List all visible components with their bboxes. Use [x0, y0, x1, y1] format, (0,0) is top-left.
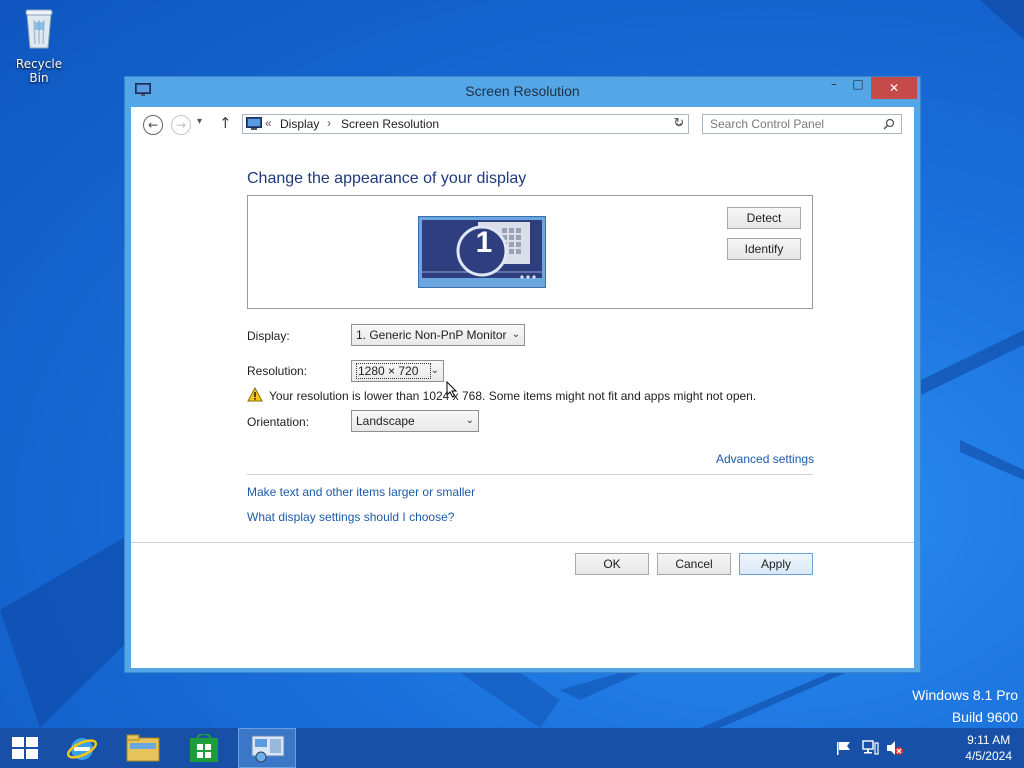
clock-time: 9:11 AM — [967, 733, 1011, 747]
cancel-button[interactable]: Cancel — [657, 553, 731, 575]
ok-button[interactable]: OK — [575, 553, 649, 575]
divider — [247, 474, 813, 475]
orientation-select-value: Landscape — [356, 414, 415, 428]
breadcrumb-display[interactable]: Display — [280, 117, 319, 131]
taskbar-store[interactable] — [177, 728, 233, 768]
clock-date: 4/5/2024 — [965, 749, 1012, 763]
breadcrumb-separator-icon: › — [327, 116, 331, 130]
recent-locations-button[interactable]: ▾ — [197, 116, 202, 127]
close-button[interactable]: ✕ — [871, 77, 917, 99]
monitor-number: 1 — [475, 226, 493, 259]
page-heading: Change the appearance of your display — [247, 170, 527, 187]
window-client-area: ← → ▾ ↑ « Display › Screen Resolution ⌄ … — [131, 107, 914, 668]
apply-button[interactable]: Apply — [739, 553, 813, 575]
warning-icon — [247, 387, 263, 402]
window-title: Screen Resolution — [465, 83, 580, 99]
text-size-link[interactable]: Make text and other items larger or smal… — [247, 485, 475, 499]
watermark-edition: Windows 8.1 Pro — [912, 687, 1018, 703]
minimize-icon: – — [831, 77, 837, 91]
forward-button[interactable]: → — [171, 115, 191, 135]
orientation-label: Orientation: — [247, 415, 310, 429]
display-select[interactable]: 1. Generic Non-PnP Monitor ⌄ — [351, 324, 525, 346]
minimize-button[interactable]: – — [822, 77, 846, 99]
recycle-bin[interactable]: Recycle Bin — [6, 6, 72, 85]
display-label: Display: — [247, 329, 290, 343]
resolution-select-value: 1280 × 720 — [356, 363, 432, 379]
advanced-settings-link[interactable]: Advanced settings — [716, 452, 814, 466]
back-arrow-icon: ← — [147, 118, 159, 132]
chevron-down-icon: ▾ — [197, 116, 203, 127]
recycle-bin-label: Recycle Bin — [15, 57, 63, 85]
internet-explorer-icon — [66, 738, 98, 760]
taskbar-control-panel[interactable] — [238, 728, 296, 768]
identify-button[interactable]: Identify — [727, 238, 801, 260]
action-center-flag-icon[interactable] — [836, 741, 852, 755]
resolution-select[interactable]: 1280 × 720 ⌄ — [351, 360, 444, 382]
watermark-build: Build 9600 — [951, 709, 1018, 725]
taskbar-file-explorer[interactable] — [115, 728, 171, 768]
up-arrow-icon: ↑ — [219, 114, 232, 132]
clock[interactable]: 9:11 AM 4/5/2024 — [965, 732, 1012, 764]
control-panel-icon — [251, 735, 285, 763]
monitor-icon — [246, 117, 262, 130]
network-icon[interactable] — [862, 740, 880, 756]
display-help-link[interactable]: What display settings should I choose? — [247, 510, 454, 524]
refresh-icon: ↻ — [673, 116, 685, 131]
display-select-value: 1. Generic Non-PnP Monitor — [356, 328, 507, 342]
close-icon: ✕ — [888, 81, 900, 95]
search-placeholder: Search Control Panel — [710, 117, 825, 131]
breadcrumb-screen-resolution[interactable]: Screen Resolution — [341, 117, 439, 131]
detect-button[interactable]: Detect — [727, 207, 801, 229]
resolution-label: Resolution: — [247, 364, 308, 378]
up-button[interactable]: ↑ — [219, 114, 232, 132]
monitor-arrangement-area: 1 Detect Identify — [247, 195, 813, 309]
footer-divider — [131, 542, 914, 543]
os-watermark: Windows 8.1 Pro Build 9600 — [912, 684, 1018, 728]
store-icon — [190, 734, 218, 762]
taskbar: 9:11 AM 4/5/2024 — [0, 728, 1024, 768]
taskbar-internet-explorer[interactable] — [56, 728, 112, 768]
orientation-select[interactable]: Landscape ⌄ — [351, 410, 479, 432]
breadcrumb-overflow[interactable]: « — [265, 116, 272, 130]
chevron-down-icon: ⌄ — [430, 365, 439, 376]
recycle-bin-icon — [25, 9, 53, 49]
volume-muted-icon[interactable] — [886, 740, 904, 756]
folder-icon — [126, 734, 160, 762]
chevron-down-icon: ⌄ — [465, 415, 474, 426]
maximize-icon: □ — [852, 77, 864, 91]
navigation-bar: ← → ▾ ↑ « Display › Screen Resolution ⌄ … — [131, 107, 914, 143]
chevron-down-icon: ⌄ — [511, 329, 520, 340]
resolution-warning-text: Your resolution is lower than 1024 x 768… — [269, 389, 757, 403]
forward-arrow-icon: → — [175, 118, 187, 132]
address-bar[interactable]: « Display › Screen Resolution ⌄ — [242, 114, 689, 134]
windows-logo-icon — [12, 737, 38, 759]
start-button[interactable] — [0, 728, 50, 768]
refresh-button[interactable]: ↻ — [669, 114, 689, 134]
search-input[interactable]: Search Control Panel — [702, 114, 902, 134]
maximize-button[interactable]: □ — [846, 77, 870, 99]
screen-resolution-window: Screen Resolution – □ ✕ ← → ▾ ↑ « Displa… — [124, 76, 921, 673]
search-icon — [883, 118, 895, 130]
back-button[interactable]: ← — [143, 115, 163, 135]
title-bar[interactable]: Screen Resolution – □ ✕ — [125, 77, 920, 107]
